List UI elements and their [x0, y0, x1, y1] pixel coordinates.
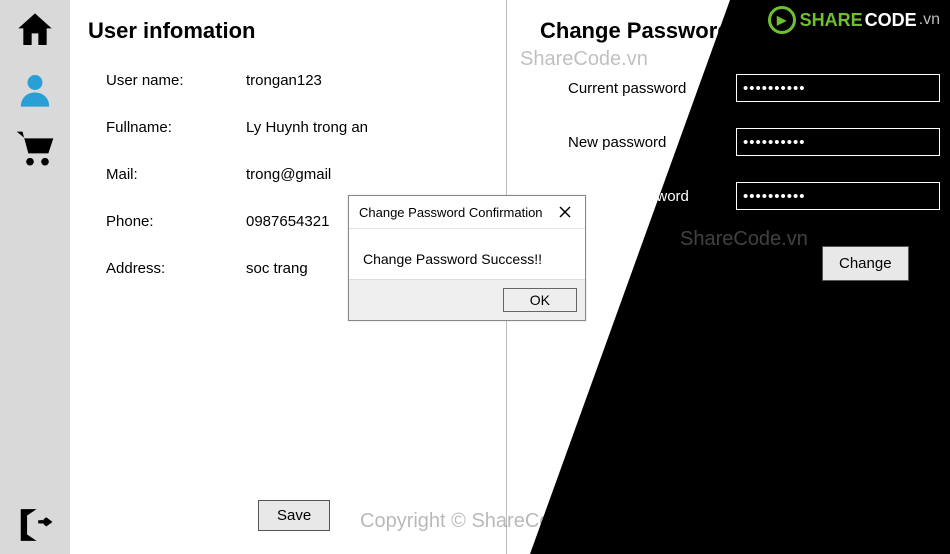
dialog-message: Change Password Success!! [349, 229, 585, 279]
fullname-value: Ly Huynh trong an [246, 119, 468, 136]
change-button[interactable]: Change [822, 246, 909, 281]
current-password-label: Current password [540, 80, 736, 97]
nav-home[interactable] [0, 0, 70, 60]
logout-icon [16, 506, 54, 544]
nav-cart[interactable] [0, 120, 70, 180]
brand-text-green: SHARE [800, 10, 863, 31]
dialog-title: Change Password Confirmation [359, 205, 543, 220]
mail-label: Mail: [88, 166, 246, 183]
phone-label: Phone: [88, 213, 246, 230]
username-label: User name: [88, 72, 246, 89]
home-icon [15, 10, 55, 50]
current-password-input[interactable] [736, 74, 940, 102]
username-value: trongan123 [246, 72, 468, 89]
watermark-bottom: Copyright © ShareCode.vn [360, 510, 599, 533]
brand-logo: ▶ SHARECODE.vn [768, 6, 940, 34]
address-label: Address: [88, 260, 246, 277]
nav-logout[interactable] [0, 506, 70, 544]
user-info-heading: User infomation [88, 18, 468, 44]
user-icon [15, 70, 55, 110]
nav-user[interactable] [0, 60, 70, 120]
mail-value: trong@gmail [246, 166, 468, 183]
new-password-label: New password [540, 134, 736, 151]
dialog-close-button[interactable] [555, 202, 575, 222]
brand-text-white: CODE [865, 10, 917, 31]
brand-text-tld: .vn [919, 11, 940, 29]
sidebar [0, 0, 70, 554]
dialog-ok-button[interactable]: OK [503, 288, 577, 312]
change-password-panel: Change Password Current password New pas… [540, 18, 940, 281]
cart-icon [15, 130, 55, 170]
save-button[interactable]: Save [258, 500, 330, 531]
brand-ring-icon: ▶ [768, 6, 796, 34]
confirm-password-input[interactable] [736, 182, 940, 210]
confirmation-dialog: Change Password Confirmation Change Pass… [348, 195, 586, 321]
close-icon [559, 206, 571, 218]
new-password-input[interactable] [736, 128, 940, 156]
fullname-label: Fullname: [88, 119, 246, 136]
